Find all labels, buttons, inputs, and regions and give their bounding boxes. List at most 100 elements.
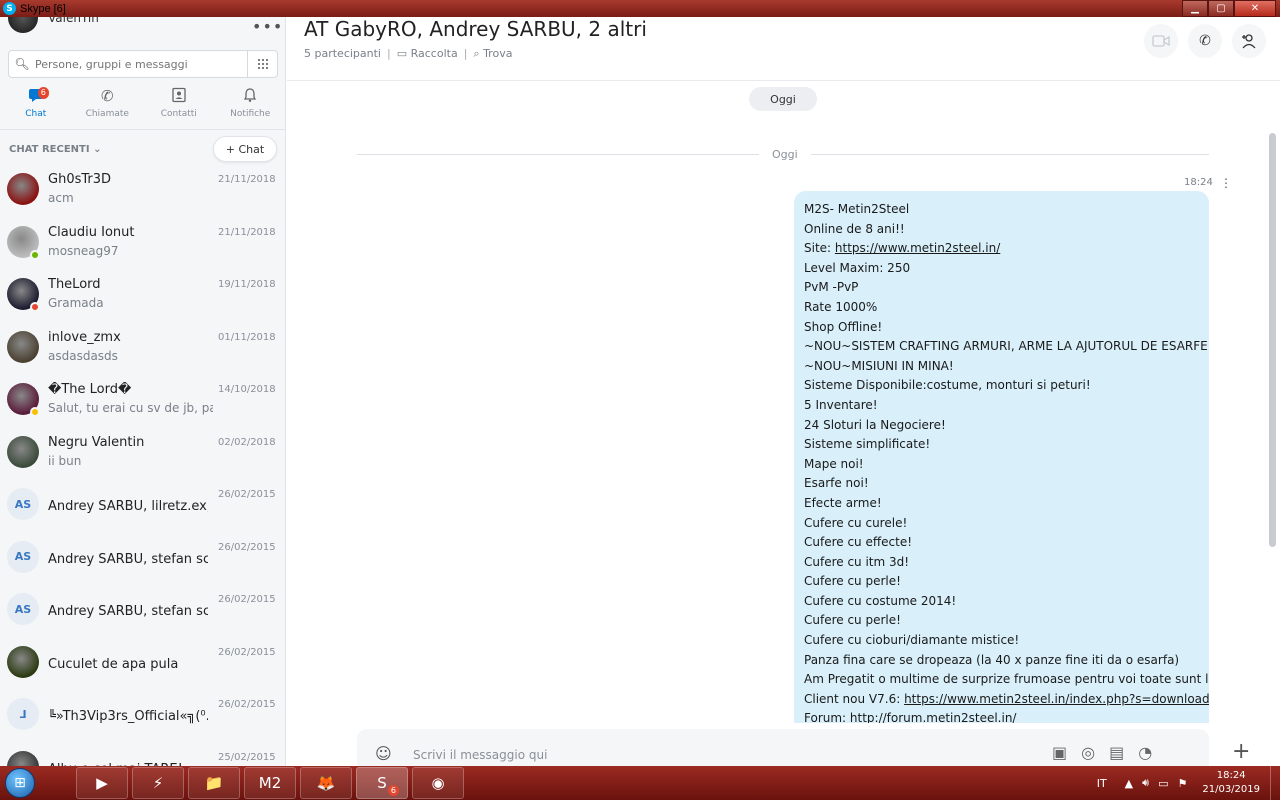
message-text: Site: [804,241,835,256]
close-button[interactable]: ✕ [1234,0,1276,17]
chat-list-item[interactable]: �The Lord� Salut, tu erai cu sv de jb, pa… [0,379,285,432]
location-icon[interactable]: ◎ [1081,743,1095,762]
maximize-button[interactable]: ▢ [1208,0,1234,17]
message-composer[interactable]: ☺ Scrivi il messaggio qui ▣ ◎ ▤ ◔ [357,729,1209,769]
video-call-icon[interactable] [1144,24,1178,58]
media-icon[interactable]: ▣ [1052,743,1067,762]
chat-date: 26/02/2015 [218,646,276,658]
search-input[interactable] [35,57,245,71]
profile-name: ValenTin [48,17,99,25]
chat-list-item[interactable]: Gh0sTr3D acm 21/11/2018 [0,169,285,222]
chat-preview: Salut, tu erai cu sv de jb, pa... [48,401,213,415]
taskbar-metin2-icon[interactable]: M2 [244,767,296,799]
clock[interactable]: 18:24 21/03/2019 [1202,769,1260,797]
participants-link[interactable]: 5 partecipanti [304,47,381,61]
system-tray: IT ▲ 🔊︎ ▭ ⚑ 18:24 21/03/2019 [1097,766,1280,800]
message-line: Mape noi! [804,455,1199,475]
chat-list-item[interactable]: Albu e cel mai TARE!25/02/2015 [0,747,285,766]
message-input[interactable]: Scrivi il messaggio qui [413,748,547,762]
message-line: Level Maxim: 250 [804,259,1199,279]
taskbar-app-icon[interactable]: ⚡ [132,767,184,799]
tab-contacts[interactable]: Contatti [143,87,215,127]
chat-preview: Gramada [48,296,104,310]
chat-list-item[interactable]: inlove_zmx asdasdasds 01/11/2018 [0,327,285,380]
taskbar-firefox-icon[interactable]: 🦊 [300,767,352,799]
emoji-icon[interactable]: ☺ [375,744,392,763]
chat-preview: ii bun [48,453,82,468]
app-icon: ⚡ [152,774,164,792]
gallery-link[interactable]: ▭ Raccolta [397,47,458,61]
chat-list-item[interactable]: AS Andrey SARBU, lilretz.ex, ... 26/02/201… [0,484,285,537]
avatar[interactable] [8,17,38,33]
start-button[interactable]: ⊞ [0,766,40,800]
media-player-icon: ▶ [96,774,108,792]
message-more-icon[interactable]: ⋮ [1220,176,1232,190]
search-icon: ⌕ [473,47,484,60]
conversation-title[interactable]: AT GabyRO, Andrey SARBU, 2 altri [304,17,647,41]
message-line: Sisteme simplificate! [804,435,1199,455]
message-line: Cufere cu itm 3d! [804,553,1199,573]
chat-list-item[interactable]: Cuculet de apa pula 26/02/2015 [0,642,285,695]
avatar: AS [7,488,39,520]
tab-chat[interactable]: 6 Chat [0,87,72,127]
nav-tabs: 6 Chat ✆ Chiamate Contatti Notifiche [0,87,286,127]
volume-icon[interactable]: 🔊︎ [1142,776,1149,790]
message-link[interactable]: https://www.metin2steel.in/index.php?s=d… [904,692,1209,706]
date-pill[interactable]: Oggi [749,87,817,111]
dialpad-icon[interactable] [247,51,277,77]
poll-icon[interactable]: ◔ [1138,743,1152,762]
taskbar-recorder-icon[interactable]: ◉ [412,767,464,799]
minimize-button[interactable]: ▁ [1182,0,1208,17]
message-text: Panza fina care se dropeaza (la 40 x pan… [804,652,1180,667]
gallery-icon: ▭ [396,47,411,60]
chat-list-item[interactable]: AS Andrey SARBU, stefan sc... 26/02/2015 [0,537,285,590]
chevron-up-icon[interactable]: ▲ [1125,777,1133,790]
add-people-icon[interactable] [1232,24,1266,58]
chat-name: TheLord [48,277,101,292]
avatar: AS [7,593,39,625]
chat-date: 26/02/2015 [218,699,276,710]
taskbar-skype-icon[interactable]: S6 [356,767,408,799]
profile[interactable]: ValenTin [8,17,99,35]
message-bubble[interactable]: M2S- Metin2Steel Online de 8 ani!! Site: h… [794,191,1209,723]
scrollbar[interactable] [1269,133,1276,547]
chat-list-item[interactable]: AS Andrey SARBU, stefan sc... 26/02/2015 [0,589,285,642]
chat-date: 01/11/2018 [218,331,276,343]
message-text: Sisteme simplificate! [804,437,931,452]
message-line: Shop Offline! [804,318,1199,338]
message-line: Cufere cu perle! [804,611,1199,631]
message-text: Cufere cu curele! [804,515,908,530]
unread-badge: 6 [37,87,49,99]
chat-list-item[interactable]: Claudiu Ionut mosneag97 21/11/2018 [0,222,285,275]
chat-list-item[interactable]: TheLord Gramada 19/11/2018 [0,274,285,327]
tab-notifications[interactable]: Notifiche [215,87,286,127]
more-options-icon[interactable]: ••• [252,17,283,36]
new-chat-button[interactable]: + Chat [213,136,277,162]
add-icon[interactable]: + [1232,739,1250,764]
contact-card-icon[interactable]: ▤ [1109,743,1124,762]
tab-calls[interactable]: ✆ Chiamate [72,87,144,127]
audio-call-icon[interactable]: ✆ [1188,24,1222,58]
display-icon[interactable]: ▭ [1158,777,1168,790]
find-label: Trova [483,47,513,60]
search-box[interactable]: 🔍︎ [8,50,278,78]
show-desktop-button[interactable] [1270,766,1280,800]
divider [287,80,1280,81]
conversation-pane: AT GabyRO, Andrey SARBU, 2 altri 5 parte… [287,17,1280,769]
chat-list-item[interactable]: Negru Valentin ii bun 02/02/2018 [0,432,285,485]
message-link[interactable]: https://www.metin2steel.in/ [835,241,1000,255]
taskbar-media-player-icon[interactable]: ▶ [76,767,128,799]
language-indicator[interactable]: IT [1097,777,1107,790]
avatar: ⅃ [7,698,39,730]
separator: | [387,47,391,60]
clock-time: 18:24 [1216,770,1246,781]
recent-chats-header[interactable]: CHAT RECENTI ⌄ [9,144,101,155]
message-line: 5 Inventare! [804,396,1199,416]
find-link[interactable]: ⌕ Trova [473,47,512,61]
network-icon[interactable]: ⚑ [1177,777,1187,790]
message-text: Cufere cu perle! [804,574,901,589]
chat-list-item[interactable]: ⅃ ╚»Th3Vip3rs_Official«╗(⁰... 26/02/2015 [0,694,285,747]
windows-icon: ⊞ [5,768,35,798]
taskbar-explorer-icon[interactable]: 📁 [188,767,240,799]
message-line: 24 Sloturi la Negociere! [804,416,1199,436]
